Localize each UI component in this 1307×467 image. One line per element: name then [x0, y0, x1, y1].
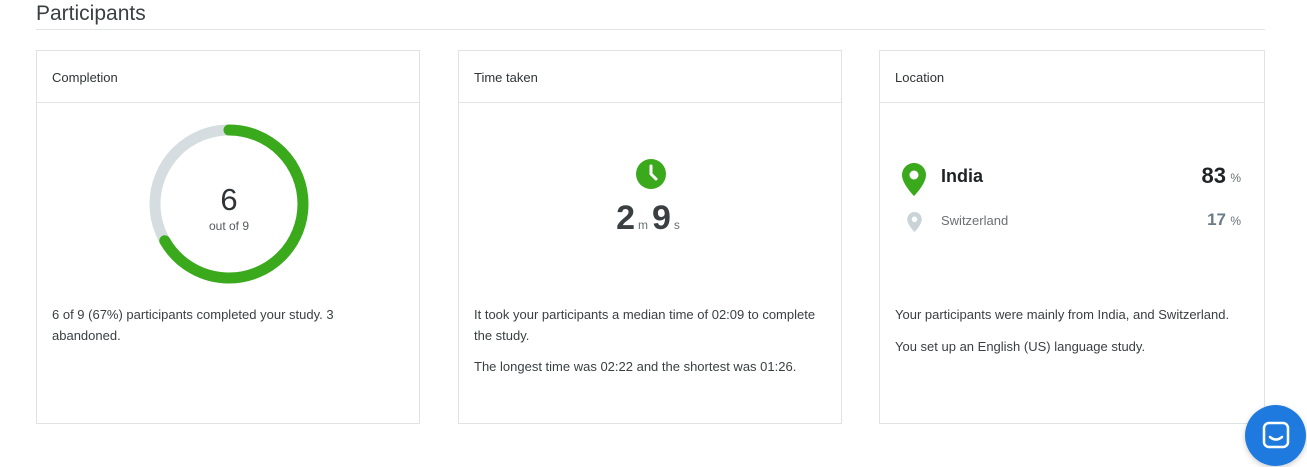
completion-card: Completion 6 out of 9 6 of 9 (67%) parti…: [36, 50, 420, 424]
completion-header: Completion: [37, 51, 419, 103]
location-primary-name: India: [941, 166, 984, 186]
time-taken-card: Time taken 2m9s It took your participant…: [458, 50, 842, 424]
median-minutes: 2: [616, 199, 636, 237]
location-secondary-name: Switzerland: [941, 213, 1009, 228]
location-primary-value: 83: [1201, 163, 1226, 188]
completed-count: 6: [220, 182, 238, 217]
minutes-unit: m: [638, 218, 648, 232]
location-description-language: You set up an English (US) language stud…: [895, 339, 1146, 354]
location-primary-unit: %: [1230, 171, 1241, 185]
location-secondary-unit: %: [1230, 214, 1241, 228]
location-row-secondary: Switzerland 17 %: [880, 210, 1264, 234]
clock-icon: [636, 159, 666, 189]
completion-description: 6 of 9 (67%) participants completed your…: [52, 307, 334, 343]
median-time: 2m9s: [459, 199, 841, 238]
section-divider: [36, 29, 1265, 30]
seconds-unit: s: [673, 218, 680, 232]
location-card: Location India 83 % Switzerland 17 % You…: [879, 50, 1265, 424]
time-description-range: The longest time was 02:22 and the short…: [474, 359, 797, 374]
location-secondary-value: 17: [1207, 210, 1226, 229]
completed-out-of: out of 9: [208, 219, 250, 233]
location-pin-muted-icon: [907, 212, 922, 232]
median-seconds: 9: [652, 199, 672, 237]
section-title: Participants: [36, 2, 146, 25]
location-header: Location: [880, 51, 1264, 103]
time-description-median: It took your participants a median time …: [474, 307, 816, 343]
chat-launcher-button[interactable]: [1245, 405, 1306, 466]
chat-icon: [1262, 421, 1290, 449]
location-description-main: Your participants were mainly from India…: [895, 307, 1230, 322]
location-pin-icon: [902, 163, 926, 196]
time-taken-header: Time taken: [459, 51, 841, 103]
location-row-primary: India 83 %: [880, 163, 1264, 197]
